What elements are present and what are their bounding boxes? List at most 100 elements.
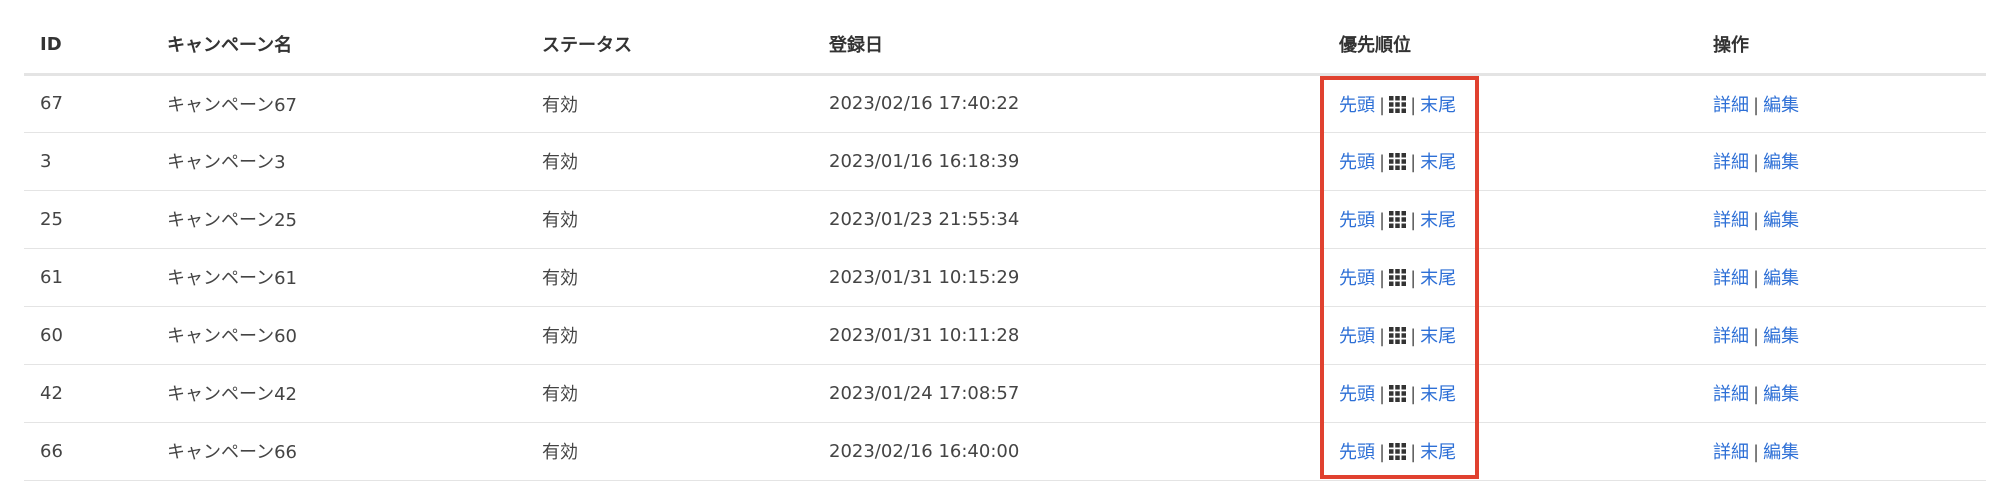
grid-icon[interactable] (1389, 95, 1407, 113)
cell-registered-date: 2023/01/31 10:15:29 (813, 248, 1323, 307)
detail-link[interactable]: 詳細 (1713, 95, 1749, 116)
separator: | (1410, 268, 1417, 289)
edit-link[interactable]: 編集 (1763, 210, 1799, 231)
cell-actions: 詳細 | 編集 (1697, 306, 1986, 365)
cell-registered-date: 2023/02/16 17:40:22 (813, 74, 1323, 133)
cell-id: 61 (24, 248, 151, 307)
table-row: 61 キャンペーン61 有効 2023/01/31 10:15:29 先頭 | | 末… (24, 248, 1986, 307)
cell-registered-date: 2023/01/23 21:55:34 (813, 190, 1323, 249)
separator: | (1379, 152, 1386, 173)
cell-status: 有効 (526, 422, 813, 481)
table-row: 60 キャンペーン60 有効 2023/01/31 10:11:28 先頭 | | 末… (24, 306, 1986, 365)
separator: | (1753, 268, 1760, 289)
move-to-bottom-link[interactable]: 末尾 (1420, 268, 1456, 289)
edit-link[interactable]: 編集 (1763, 95, 1799, 116)
separator: | (1379, 442, 1386, 463)
edit-link[interactable]: 編集 (1763, 442, 1799, 463)
move-to-bottom-link[interactable]: 末尾 (1420, 384, 1456, 405)
cell-id: 60 (24, 306, 151, 365)
grid-icon[interactable] (1389, 385, 1407, 402)
move-to-bottom-link[interactable]: 末尾 (1420, 95, 1456, 116)
cell-id: 66 (24, 422, 151, 481)
separator: | (1410, 442, 1417, 463)
cell-actions: 詳細 | 編集 (1697, 248, 1986, 307)
header-registered-date: 登録日 (813, 16, 1323, 76)
move-to-top-link[interactable]: 先頭 (1339, 268, 1375, 289)
cell-status: 有効 (526, 74, 813, 133)
campaign-table: ID キャンペーン名 ステータス 登録日 優先順位 操作 67 キャンペーン67… (24, 16, 1986, 481)
table-row: 67 キャンペーン67 有効 2023/02/16 17:40:22 先頭 | | 末… (24, 74, 1986, 133)
move-to-top-link[interactable]: 先頭 (1339, 95, 1375, 116)
grid-icon[interactable] (1389, 211, 1407, 228)
detail-link[interactable]: 詳細 (1713, 152, 1749, 173)
separator: | (1753, 326, 1760, 347)
cell-campaign-name: キャンペーン61 (151, 248, 526, 307)
table-body: 67 キャンペーン67 有効 2023/02/16 17:40:22 先頭 | | 末… (24, 74, 1986, 481)
cell-priority: 先頭 | | 末尾 (1323, 306, 1697, 365)
move-to-top-link[interactable]: 先頭 (1339, 442, 1375, 463)
grid-icon[interactable] (1389, 327, 1407, 344)
edit-link[interactable]: 編集 (1763, 326, 1799, 347)
separator: | (1410, 326, 1417, 347)
separator: | (1753, 94, 1760, 116)
grid-icon[interactable] (1389, 269, 1407, 286)
move-to-bottom-link[interactable]: 末尾 (1420, 152, 1456, 173)
cell-priority: 先頭 | | 末尾 (1323, 132, 1697, 191)
separator: | (1379, 268, 1386, 289)
cell-campaign-name: キャンペーン25 (151, 190, 526, 249)
edit-link[interactable]: 編集 (1763, 384, 1799, 405)
cell-campaign-name: キャンペーン3 (151, 132, 526, 191)
cell-priority: 先頭 | | 末尾 (1323, 74, 1697, 133)
table-row: 25 キャンペーン25 有効 2023/01/23 21:55:34 先頭 | | 末… (24, 190, 1986, 249)
header-id: ID (24, 16, 151, 76)
detail-link[interactable]: 詳細 (1713, 326, 1749, 347)
separator: | (1753, 384, 1760, 405)
edit-link[interactable]: 編集 (1763, 152, 1799, 173)
move-to-top-link[interactable]: 先頭 (1339, 152, 1375, 173)
cell-id: 42 (24, 364, 151, 423)
detail-link[interactable]: 詳細 (1713, 442, 1749, 463)
cell-id: 3 (24, 132, 151, 191)
move-to-bottom-link[interactable]: 末尾 (1420, 442, 1456, 463)
cell-registered-date: 2023/01/24 17:08:57 (813, 364, 1323, 423)
separator: | (1379, 210, 1386, 231)
move-to-bottom-link[interactable]: 末尾 (1420, 326, 1456, 347)
cell-priority: 先頭 | | 末尾 (1323, 422, 1697, 481)
move-to-top-link[interactable]: 先頭 (1339, 210, 1375, 231)
cell-actions: 詳細 | 編集 (1697, 422, 1986, 481)
campaign-table-container: ID キャンペーン名 ステータス 登録日 優先順位 操作 67 キャンペーン67… (24, 16, 1986, 481)
cell-registered-date: 2023/01/16 16:18:39 (813, 132, 1323, 191)
cell-priority: 先頭 | | 末尾 (1323, 364, 1697, 423)
cell-priority: 先頭 | | 末尾 (1323, 190, 1697, 249)
cell-actions: 詳細 | 編集 (1697, 190, 1986, 249)
move-to-bottom-link[interactable]: 末尾 (1420, 210, 1456, 231)
move-to-top-link[interactable]: 先頭 (1339, 384, 1375, 405)
cell-status: 有効 (526, 364, 813, 423)
separator: | (1410, 384, 1417, 405)
cell-registered-date: 2023/01/31 10:11:28 (813, 306, 1323, 365)
detail-link[interactable]: 詳細 (1713, 268, 1749, 289)
table-header-row: ID キャンペーン名 ステータス 登録日 優先順位 操作 (24, 16, 1986, 76)
cell-registered-date: 2023/02/16 16:40:00 (813, 422, 1323, 481)
table-row: 3 キャンペーン3 有効 2023/01/16 16:18:39 先頭 | | 末尾 … (24, 132, 1986, 191)
grid-icon[interactable] (1389, 153, 1407, 170)
cell-status: 有効 (526, 190, 813, 249)
cell-priority: 先頭 | | 末尾 (1323, 248, 1697, 307)
detail-link[interactable]: 詳細 (1713, 384, 1749, 405)
cell-status: 有効 (526, 132, 813, 191)
cell-actions: 詳細 | 編集 (1697, 132, 1986, 191)
table-row: 42 キャンペーン42 有効 2023/01/24 17:08:57 先頭 | | 末… (24, 364, 1986, 423)
move-to-top-link[interactable]: 先頭 (1339, 326, 1375, 347)
cell-campaign-name: キャンペーン42 (151, 364, 526, 423)
detail-link[interactable]: 詳細 (1713, 210, 1749, 231)
edit-link[interactable]: 編集 (1763, 268, 1799, 289)
cell-actions: 詳細 | 編集 (1697, 74, 1986, 133)
separator: | (1379, 94, 1386, 116)
table-row: 66 キャンペーン66 有効 2023/02/16 16:40:00 先頭 | | 末… (24, 422, 1986, 481)
header-actions: 操作 (1697, 16, 1986, 76)
grid-icon[interactable] (1389, 443, 1407, 460)
separator: | (1379, 384, 1386, 405)
separator: | (1410, 94, 1417, 116)
cell-actions: 詳細 | 編集 (1697, 364, 1986, 423)
cell-campaign-name: キャンペーン60 (151, 306, 526, 365)
